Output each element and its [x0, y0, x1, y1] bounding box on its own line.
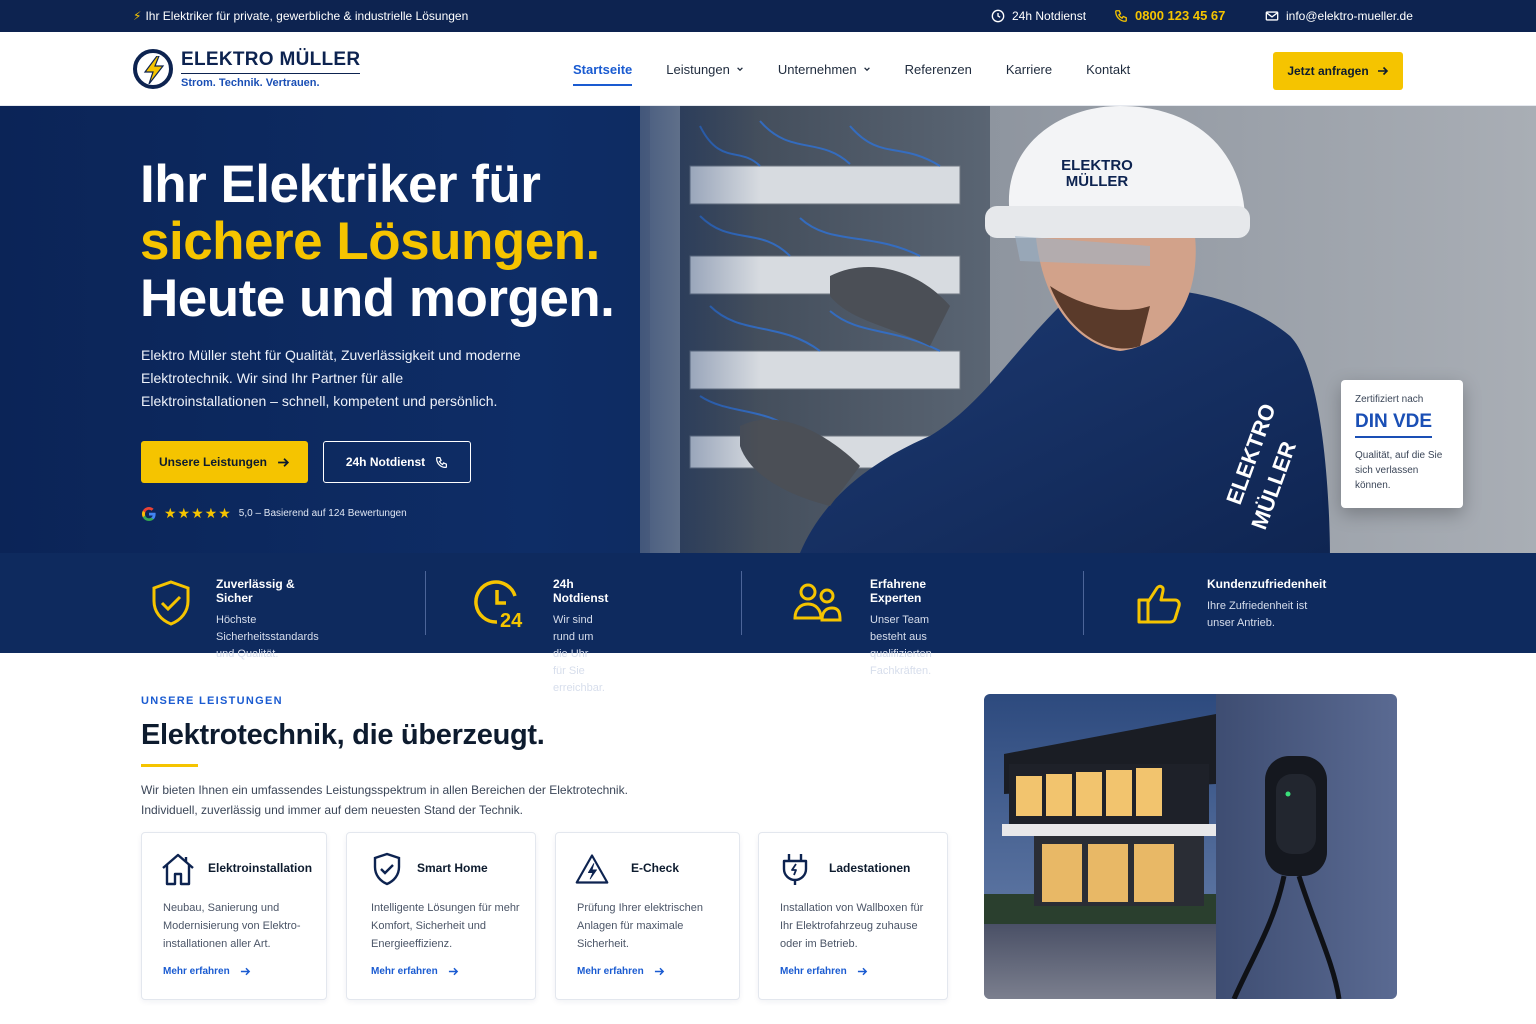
arrow-right-icon — [654, 967, 664, 976]
feature-experts: Erfahrene Experten Unser Team besteht au… — [792, 553, 932, 677]
thumbs-up-icon — [1137, 584, 1181, 624]
nav-item-kontakt[interactable]: Kontakt — [1086, 32, 1130, 106]
google-rating: ★★★★★ 5,0 – Basierend auf 124 Bewertunge… — [141, 505, 407, 522]
services-title: Elektrotechnik, die überzeugt. — [141, 719, 545, 751]
topbar-email-address: info@elektro-mueller.de — [1286, 9, 1413, 23]
service-card-desc: Prüfung Ihrer elektrischen Anlagen für m… — [577, 902, 703, 950]
clock-24-icon: 24 — [474, 580, 523, 630]
topbar-email-link[interactable]: info@elektro-mueller.de — [1265, 9, 1413, 23]
feature-desc: Ihre Zufriedenheit ist unser Antrieb. — [1207, 600, 1308, 629]
top-bar: ⚡ Ihr Elektriker für private, gewerblich… — [0, 0, 1536, 32]
topbar-phone-link[interactable]: 0800 123 45 67 — [1114, 8, 1225, 23]
service-card-title: E-Check — [631, 861, 680, 875]
nav-item-unternehmen[interactable]: Unternehmen — [778, 32, 871, 106]
hero-lead-text: Elektro Müller steht für Qualität, Zuver… — [141, 347, 521, 409]
service-card-desc: Installation von Wallboxen für Ihr Elekt… — [780, 902, 924, 950]
cert-label: Zertifiziert nach — [1355, 394, 1424, 405]
site-header: ELEKTRO MÜLLER Strom. Technik. Vertrauen… — [0, 32, 1536, 106]
mail-icon — [1265, 11, 1279, 21]
house-wallbox-image — [984, 694, 1397, 999]
more-link[interactable]: Mehr erfahren — [163, 966, 251, 977]
feature-reliable: Zuverlässig & Sicher Höchste Sicherheits… — [146, 553, 319, 660]
feature-divider — [741, 571, 742, 635]
more-link[interactable]: Mehr erfahren — [780, 966, 868, 977]
nav-item-karriere[interactable]: Karriere — [1006, 32, 1052, 106]
clock-badge: 24 — [500, 610, 523, 630]
service-card-title: Ladestationen — [829, 861, 911, 875]
nav-item-startseite[interactable]: Startseite — [573, 32, 633, 106]
topbar-tagline: ⚡ Ihr Elektriker für private, gewerblich… — [133, 9, 468, 23]
feature-desc: Wir sind rund um die Uhr für Sie erreich… — [553, 614, 605, 694]
service-card-e-check[interactable]: E-Check Prüfung Ihrer elektrischen Anlag… — [555, 832, 740, 1000]
service-card-smart-home[interactable]: Smart Home Intelligente Lösungen für meh… — [346, 832, 536, 1000]
hero-section: ELEKTRO MÜLLER ELEKTRO MÜLLER Ihr Elektr… — [0, 106, 1536, 553]
brand-logo[interactable]: ELEKTRO MÜLLER Strom. Technik. Vertrauen… — [133, 49, 361, 89]
arrow-right-icon — [857, 967, 867, 976]
feature-desc: Höchste Sicherheitsstandards und Qualitä… — [216, 614, 319, 660]
topbar-notdienst-label: 24h Notdienst — [1012, 9, 1087, 23]
request-quote-button[interactable]: Jetzt anfragen — [1273, 52, 1403, 90]
phone-icon — [436, 456, 448, 468]
feature-title: Zuverlässig & Sicher — [216, 577, 295, 605]
title-underline — [141, 764, 198, 767]
phone-icon — [1115, 9, 1127, 22]
brand-name: ELEKTRO MÜLLER — [181, 49, 361, 74]
bolt-icon: ⚡ — [133, 9, 142, 23]
arrow-right-icon — [1377, 66, 1388, 76]
services-eyebrow: UNSERE LEISTUNGEN — [141, 695, 283, 707]
feature-title: Kundenzufriedenheit — [1207, 577, 1327, 591]
main-nav: Startseite Leistungen Unternehmen Refere… — [573, 32, 1130, 106]
arrow-right-icon — [448, 967, 458, 976]
logo-bolt-icon — [133, 49, 173, 89]
warning-bolt-icon — [575, 854, 609, 884]
team-icon — [793, 583, 842, 622]
helmet-text-line1: ELEKTRO — [1061, 157, 1133, 174]
services-intro: Wir bieten Ihnen ein umfassendes Leistun… — [141, 783, 628, 817]
feature-satisfaction: Kundenzufriedenheit Ihre Zufriedenheit i… — [1135, 553, 1326, 653]
nav-item-leistungen[interactable]: Leistungen — [666, 32, 744, 106]
arrow-right-icon — [240, 967, 250, 976]
more-link[interactable]: Mehr erfahren — [371, 966, 459, 977]
nav-item-referenzen[interactable]: Referenzen — [905, 32, 972, 106]
clock-icon — [991, 9, 1005, 23]
service-card-desc: Neubau, Sanierung und Modernisierung von… — [163, 902, 301, 950]
topbar-notdienst[interactable]: 24h Notdienst — [991, 9, 1086, 23]
more-link[interactable]: Mehr erfahren — [577, 966, 665, 977]
certification-card: Zertifiziert nach DIN VDE Qualität, auf … — [1341, 380, 1463, 508]
our-services-button[interactable]: Unsere Leistungen — [141, 441, 308, 483]
brand-claim: Strom. Technik. Vertrauen. — [181, 77, 320, 89]
rating-stars: ★★★★★ — [164, 505, 232, 521]
feature-title: 24h Notdienst — [553, 577, 609, 605]
feature-desc: Unser Team besteht aus qualifizierten Fa… — [870, 614, 932, 677]
features-strip: Zuverlässig & Sicher Höchste Sicherheits… — [0, 553, 1536, 694]
chevron-down-icon — [863, 67, 870, 72]
cert-title: DIN VDE — [1355, 411, 1433, 438]
feature-divider — [425, 571, 426, 635]
service-card-title: Elektroinstallation — [208, 861, 313, 875]
helmet-text-line2: MÜLLER — [1066, 173, 1129, 190]
feature-emergency: 24 24h Notdienst Wir sind rund um die Uh… — [471, 553, 608, 694]
chevron-down-icon — [737, 67, 743, 72]
feature-divider — [1083, 571, 1084, 635]
shield-check-icon — [152, 580, 190, 626]
service-card-ladestationen[interactable]: Ladestationen Installation von Wallboxen… — [758, 832, 948, 1000]
plug-icon — [782, 854, 808, 885]
service-card-title: Smart Home — [417, 861, 488, 875]
topbar-tagline-text: Ihr Elektriker für private, gewerbliche … — [145, 9, 469, 23]
cert-desc: Qualität, auf die Sie sich verlassen kön… — [1355, 450, 1443, 491]
service-card-desc: Intelligente Lösungen für mehr Komfort, … — [371, 902, 520, 950]
emergency-service-button[interactable]: 24h Notdienst — [323, 441, 471, 483]
service-card-elektroinstallation[interactable]: Elektroinstallation Neubau, Sanierung un… — [141, 832, 327, 1000]
rating-text: 5,0 – Basierend auf 124 Bewertungen — [238, 508, 407, 519]
topbar-phone-number: 0800 123 45 67 — [1135, 8, 1226, 23]
arrow-right-icon — [278, 457, 290, 467]
hero-headline: Ihr Elektriker für sichere Lösungen. Heu… — [140, 155, 615, 328]
feature-title: Erfahrene Experten — [870, 577, 927, 605]
house-icon — [162, 853, 194, 886]
google-logo-icon — [141, 506, 156, 521]
shield-check-icon — [373, 852, 401, 886]
